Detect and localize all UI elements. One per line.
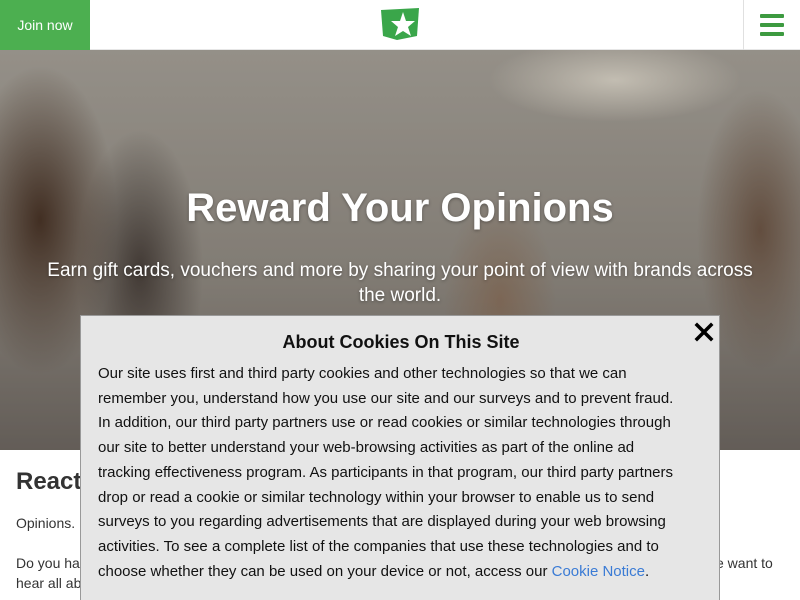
close-icon[interactable] bbox=[693, 321, 715, 343]
cookie-consent-dialog: About Cookies On This Site Our site uses… bbox=[80, 315, 720, 600]
menu-bar bbox=[760, 14, 784, 18]
section-intro-text: Opinions. bbox=[16, 515, 76, 531]
star-logo-icon[interactable] bbox=[379, 6, 421, 42]
top-header: Join now bbox=[0, 0, 800, 50]
paragraph-fragment-left-2: hear all ab bbox=[16, 575, 82, 591]
cookie-body-end: . bbox=[645, 562, 650, 580]
menu-bar bbox=[760, 32, 784, 36]
section-heading: React bbox=[16, 468, 82, 495]
hero-subtitle: Earn gift cards, vouchers and more by sh… bbox=[47, 260, 753, 306]
paragraph-fragment-left: Do you ha bbox=[16, 555, 80, 571]
hamburger-menu-icon[interactable] bbox=[743, 0, 800, 50]
menu-bar bbox=[760, 23, 784, 27]
hero-title: Reward Your Opinions bbox=[186, 186, 614, 230]
paragraph-fragment-right: e want to bbox=[716, 555, 773, 571]
cookie-dialog-body: Our site uses first and third party cook… bbox=[98, 362, 688, 584]
cookie-dialog-title: About Cookies On This Site bbox=[282, 332, 520, 352]
join-now-button[interactable]: Join now bbox=[0, 0, 90, 50]
cookie-body-text: Our site uses first and third party cook… bbox=[98, 365, 674, 580]
cookie-notice-link[interactable]: Cookie Notice bbox=[552, 563, 645, 580]
